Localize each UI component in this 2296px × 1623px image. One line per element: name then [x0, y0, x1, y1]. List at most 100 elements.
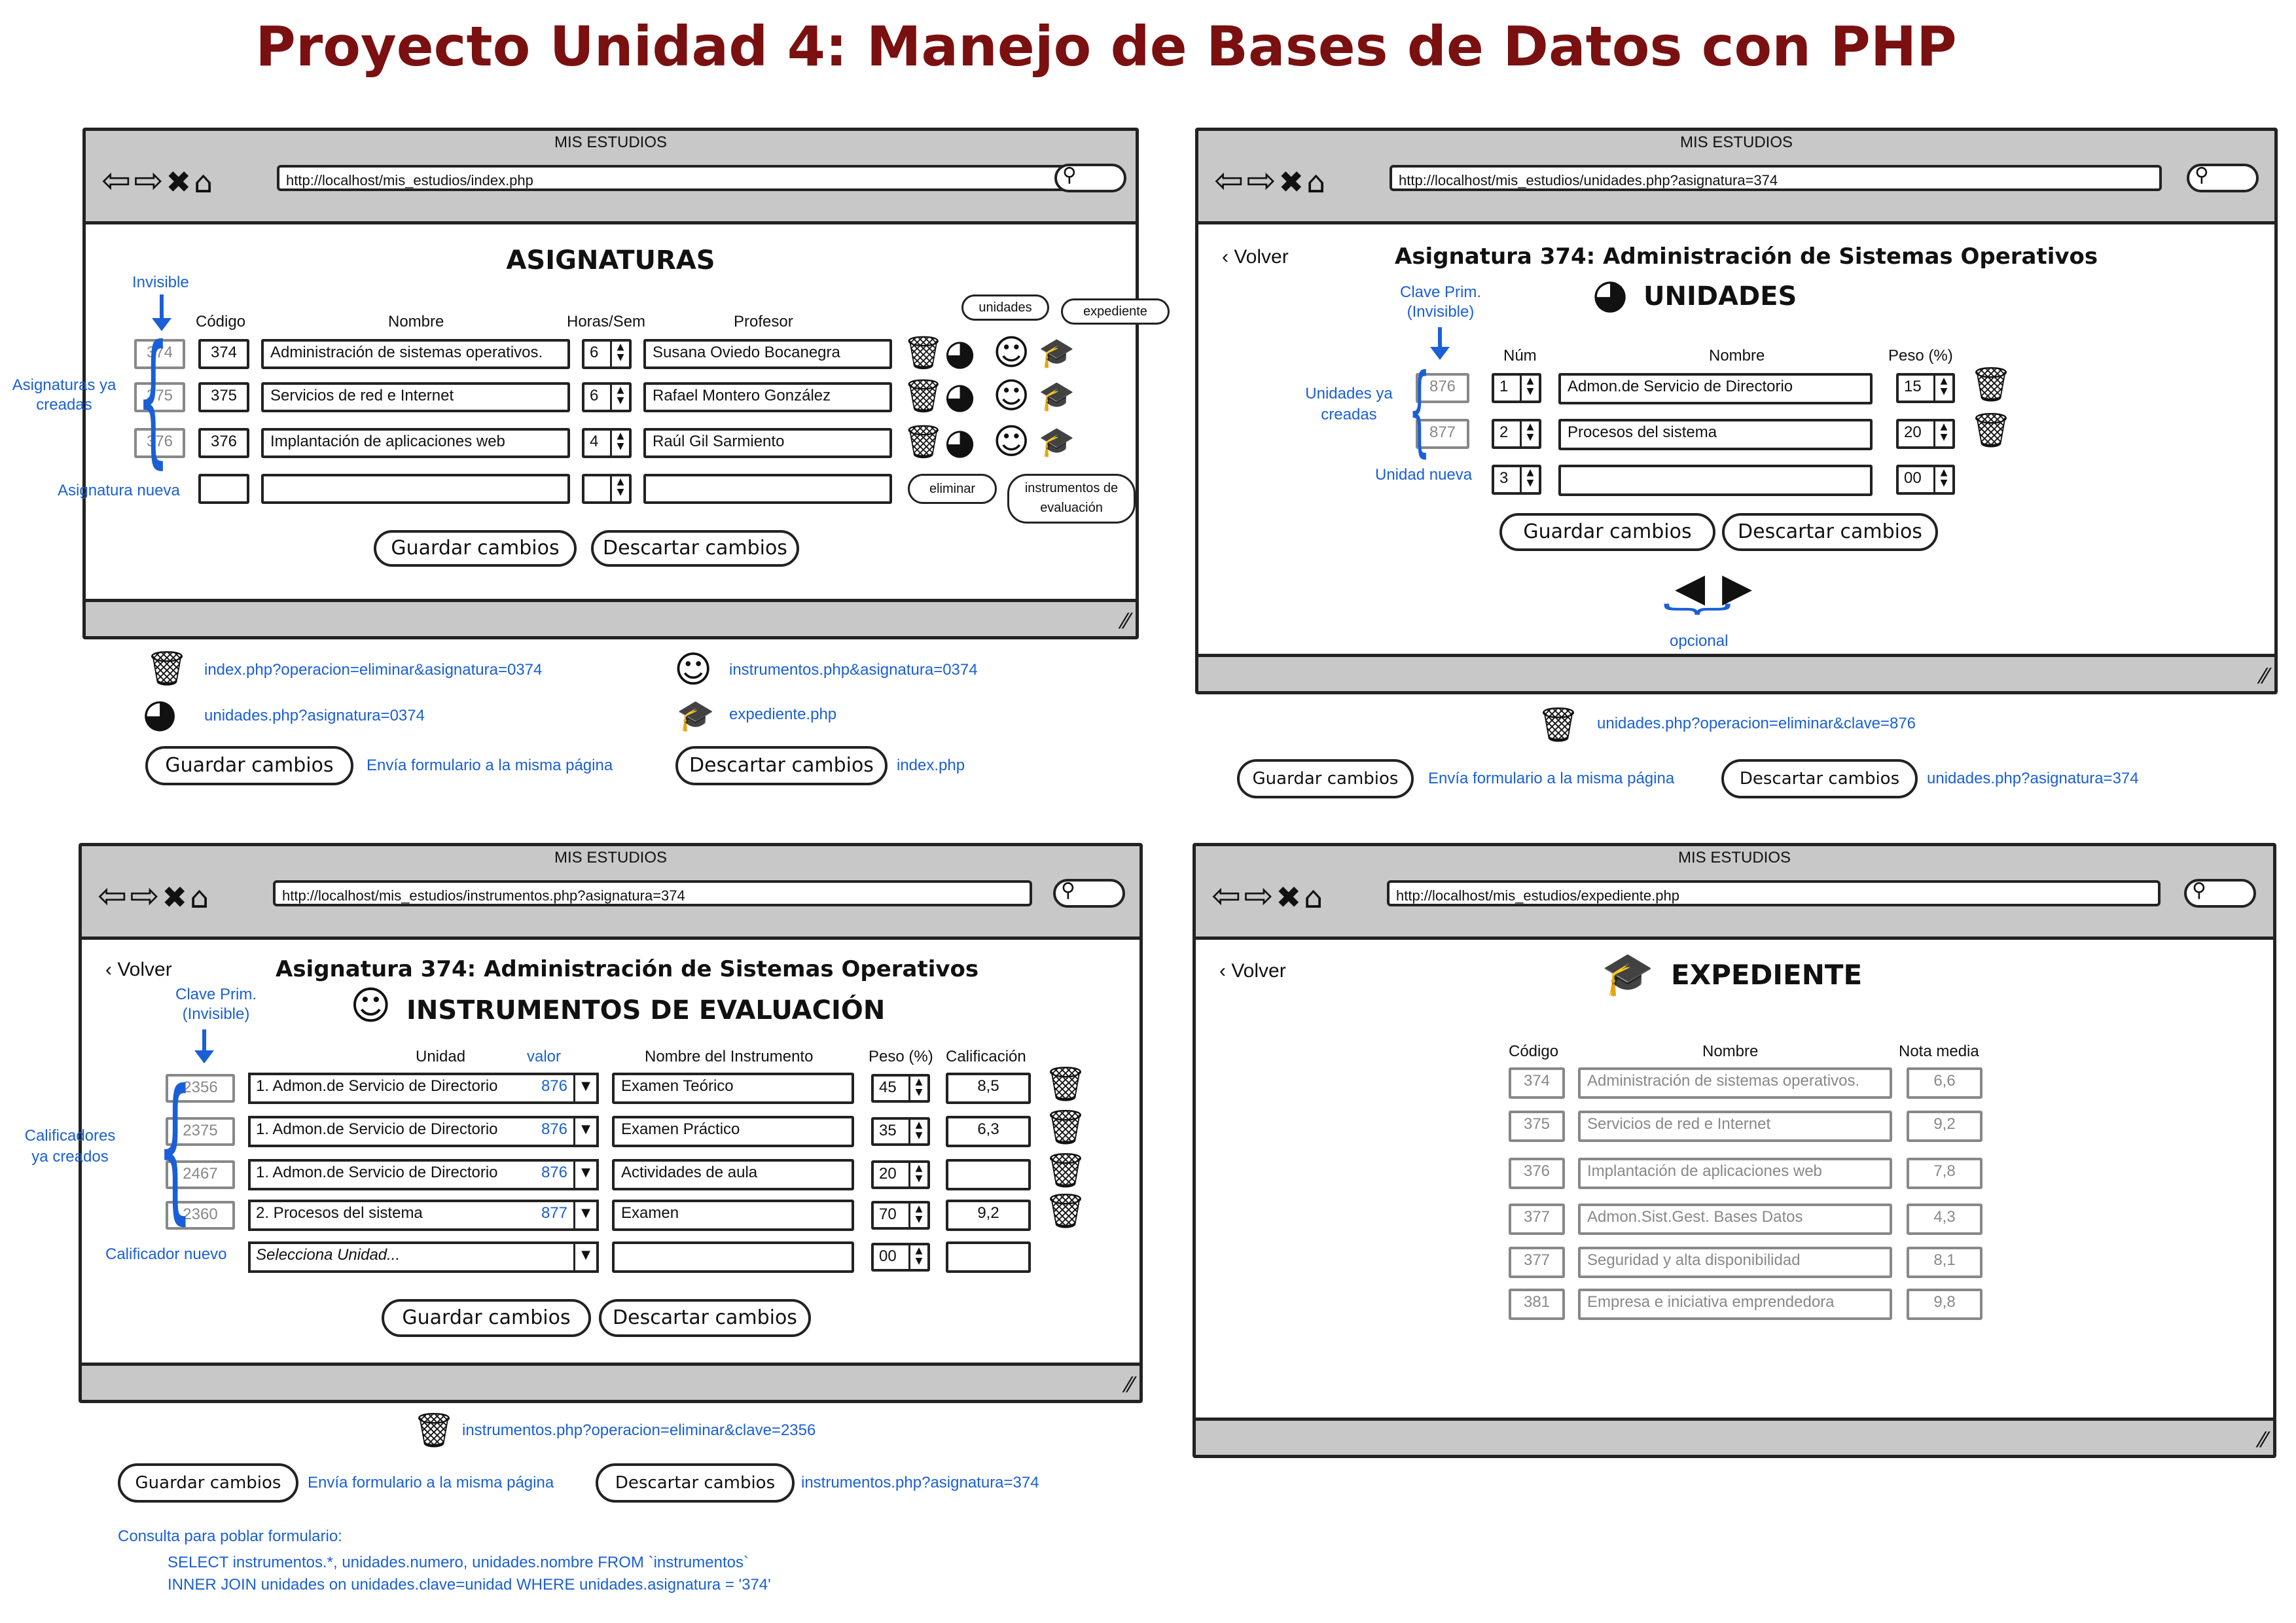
new-teacher-field[interactable] — [643, 474, 892, 504]
url-bar[interactable]: http://localhost/mis_estudios/unidades.p… — [1390, 165, 2162, 191]
code-field[interactable]: 374 — [198, 339, 249, 369]
pie-chart-icon[interactable]: ◕ — [944, 335, 975, 370]
code-field[interactable]: 376 — [198, 428, 249, 458]
unit-select[interactable]: 2. Procesos del sistema 877 ▼ — [248, 1200, 599, 1231]
stepper-arrows-icon[interactable]: ▲ ▼ — [908, 1163, 927, 1186]
resize-grip-icon[interactable]: ⁄⁄ — [1122, 609, 1129, 633]
code-field[interactable]: 375 — [198, 382, 249, 412]
save-button[interactable]: Guardar cambios — [374, 530, 577, 567]
chevron-down-icon[interactable]: ▼ — [573, 1202, 596, 1228]
search-box[interactable]: ⚲ — [2184, 879, 2256, 908]
name-field[interactable]: Administración de sistemas operativos. — [261, 339, 570, 369]
teacher-field[interactable]: Raúl Gil Sarmiento — [643, 428, 892, 458]
hours-stepper[interactable]: 6 ▲ ▼ — [582, 382, 632, 412]
stepper-arrows-icon[interactable]: ▲ ▼ — [1520, 467, 1539, 492]
num-stepper[interactable]: 1 ▲ ▼ — [1492, 373, 1541, 403]
discard-button[interactable]: Descartar cambios — [1722, 513, 1938, 551]
weight-stepper[interactable]: 15 ▲ ▼ — [1896, 373, 1955, 403]
chevron-down-icon[interactable]: ▼ — [573, 1162, 596, 1188]
grade-field[interactable]: 9,2 — [946, 1200, 1031, 1231]
forward-arrow-icon[interactable]: ⇨ — [1246, 160, 1278, 201]
new-code-field[interactable] — [198, 474, 249, 504]
chevron-down-icon[interactable]: ▼ — [573, 1075, 596, 1101]
resize-grip-icon[interactable]: ⁄⁄ — [2259, 1427, 2267, 1452]
new-hours-stepper[interactable]: ▲ ▼ — [582, 474, 632, 504]
back-link[interactable]: ‹ Volver — [105, 959, 172, 981]
new-weight-stepper[interactable]: 00 ▲ ▼ — [1896, 465, 1955, 495]
stepper-arrows-icon[interactable]: ▲ ▼ — [1520, 421, 1539, 446]
resize-grip-icon[interactable]: ⁄⁄ — [2261, 664, 2268, 688]
grade-field[interactable]: 6,3 — [946, 1116, 1031, 1147]
back-arrow-icon[interactable]: ⇦ — [98, 875, 130, 916]
unit-select[interactable]: 1. Admon.de Servicio de Directorio 876 ▼ — [248, 1073, 599, 1104]
stop-icon[interactable]: ✖ — [162, 880, 190, 915]
smiley-icon[interactable]: ☺ — [993, 424, 1030, 459]
stepper-arrows-icon[interactable]: ▲ ▼ — [610, 431, 629, 455]
back-arrow-icon[interactable]: ⇦ — [1214, 160, 1246, 201]
new-weight-stepper[interactable]: 00 ▲ ▼ — [871, 1243, 930, 1272]
weight-stepper[interactable]: 45 ▲ ▼ — [871, 1074, 930, 1103]
search-box[interactable]: ⚲ — [2187, 164, 2259, 192]
back-arrow-icon[interactable]: ⇦ — [101, 160, 134, 201]
discard-button[interactable]: Descartar cambios — [591, 530, 799, 567]
grade-field[interactable] — [946, 1159, 1031, 1190]
forward-arrow-icon[interactable]: ⇨ — [1244, 875, 1276, 916]
save-button[interactable]: Guardar cambios — [1499, 513, 1715, 551]
stepper-arrows-icon[interactable]: ▲ ▼ — [1933, 421, 1952, 446]
pie-chart-icon[interactable]: ◕ — [944, 378, 975, 414]
new-name-field[interactable] — [261, 474, 570, 504]
trash-icon[interactable]: 🗑 — [1044, 1194, 1087, 1228]
grade-field[interactable]: 8,5 — [946, 1073, 1031, 1104]
name-field[interactable]: Implantación de aplicaciones web — [261, 428, 570, 458]
new-unit-name-field[interactable] — [1558, 465, 1873, 496]
url-bar[interactable]: http://localhost/mis_estudios/instrument… — [273, 880, 1032, 906]
trash-icon[interactable]: 🗑 — [903, 380, 944, 412]
hours-stepper[interactable]: 6 ▲ ▼ — [582, 339, 632, 369]
resize-grip-icon[interactable]: ⁄⁄ — [1126, 1372, 1133, 1397]
forward-arrow-icon[interactable]: ⇨ — [130, 875, 162, 916]
stepper-arrows-icon[interactable]: ▲ ▼ — [908, 1204, 927, 1227]
stepper-arrows-icon[interactable]: ▲ ▼ — [610, 476, 629, 501]
home-icon[interactable]: ⌂ — [1304, 880, 1325, 915]
home-icon[interactable]: ⌂ — [1306, 164, 1328, 200]
smiley-icon[interactable]: ☺ — [993, 335, 1030, 370]
trash-icon[interactable]: 🗑 — [903, 336, 944, 369]
instrument-name-field[interactable]: Examen Teórico — [612, 1073, 854, 1104]
stop-icon[interactable]: ✖ — [1276, 880, 1304, 915]
hours-stepper[interactable]: 4 ▲ ▼ — [582, 428, 632, 458]
new-num-stepper[interactable]: 3 ▲ ▼ — [1492, 465, 1541, 495]
trash-icon[interactable]: 🗑 — [1969, 368, 2013, 402]
graduation-cap-icon[interactable]: 🎓 — [1039, 339, 1075, 368]
stepper-arrows-icon[interactable]: ▲ ▼ — [1933, 376, 1952, 401]
trash-icon[interactable]: 🗑 — [1044, 1067, 1087, 1101]
weight-stepper[interactable]: 20 ▲ ▼ — [1896, 419, 1955, 449]
stepper-arrows-icon[interactable]: ▲ ▼ — [908, 1245, 927, 1269]
new-unit-select[interactable]: Selecciona Unidad... ▼ — [248, 1241, 599, 1273]
stepper-arrows-icon[interactable]: ▲ ▼ — [908, 1120, 927, 1143]
stepper-arrows-icon[interactable]: ▲ ▼ — [610, 385, 629, 410]
discard-button[interactable]: Descartar cambios — [599, 1299, 811, 1337]
num-stepper[interactable]: 2 ▲ ▼ — [1492, 419, 1541, 449]
home-icon[interactable]: ⌂ — [190, 880, 211, 915]
back-link[interactable]: ‹ Volver — [1219, 960, 1286, 982]
home-icon[interactable]: ⌂ — [194, 164, 215, 200]
new-instrument-name-field[interactable] — [612, 1241, 854, 1273]
teacher-field[interactable]: Rafael Montero González — [643, 382, 892, 412]
stepper-arrows-icon[interactable]: ▲ ▼ — [1520, 376, 1539, 401]
unit-name-field[interactable]: Procesos del sistema — [1558, 419, 1873, 450]
url-bar[interactable]: http://localhost/mis_estudios/expediente… — [1387, 880, 2161, 906]
save-button[interactable]: Guardar cambios — [382, 1299, 591, 1337]
stepper-arrows-icon[interactable]: ▲ ▼ — [1933, 467, 1952, 492]
forward-arrow-icon[interactable]: ⇨ — [134, 160, 166, 201]
instrument-name-field[interactable]: Examen Práctico — [612, 1116, 854, 1147]
chevron-down-icon[interactable]: ▼ — [573, 1244, 596, 1270]
weight-stepper[interactable]: 35 ▲ ▼ — [871, 1117, 930, 1146]
instrument-name-field[interactable]: Actividades de aula — [612, 1159, 854, 1190]
smiley-icon[interactable]: ☺ — [993, 378, 1030, 414]
trash-icon[interactable]: 🗑 — [1044, 1111, 1087, 1145]
instrument-name-field[interactable]: Examen — [612, 1200, 854, 1231]
url-bar[interactable]: http://localhost/mis_estudios/index.php — [277, 165, 1120, 191]
name-field[interactable]: Servicios de red e Internet — [261, 382, 570, 412]
trash-icon[interactable]: 🗑 — [903, 425, 944, 458]
stop-icon[interactable]: ✖ — [1279, 164, 1307, 200]
